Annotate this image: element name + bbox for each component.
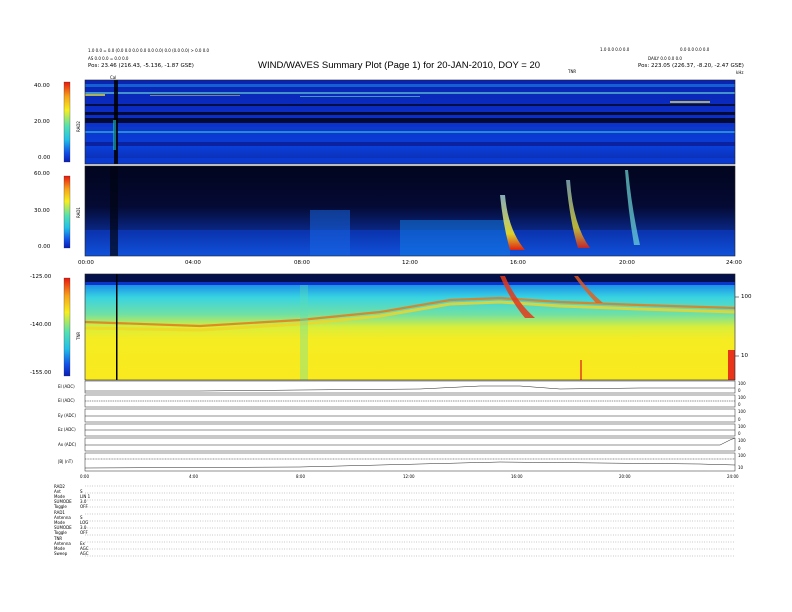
time-tick-4: 16:00	[510, 260, 526, 266]
rad2-ylabel: RAD2	[76, 121, 81, 132]
tnr-ylabel: TNR	[76, 331, 81, 340]
rad2-ytick-1: 20.00	[34, 119, 50, 125]
strip-right-3b: 0	[738, 431, 741, 436]
footer-val-13: AGC	[80, 551, 89, 556]
strip-right-5a: 100	[738, 453, 746, 458]
lower-time-tick-6: 24:00	[727, 474, 739, 479]
rad1-ytick-0: 60.00	[34, 171, 50, 177]
tnr-spectrogram	[85, 274, 735, 380]
lower-time-tick-1: 4:00	[189, 474, 198, 479]
strip-label-5: |B| (nT)	[58, 459, 73, 464]
strip-right-3a: 100	[738, 424, 746, 429]
strip-label-0: EI (ADC)	[58, 384, 75, 389]
strip-right-2b: 0	[738, 417, 741, 422]
rad1-colorbar	[63, 175, 71, 249]
tnr-ytick-1: -140.00	[30, 322, 52, 328]
lower-time-tick-3: 12:00	[403, 474, 415, 479]
lower-time-tick-2: 8:00	[296, 474, 305, 479]
lower-time-tick-4: 16:00	[511, 474, 523, 479]
footer-dotted-lines	[85, 485, 735, 557]
tnr-panel	[84, 273, 736, 381]
rad2-ytick-2: 0.00	[38, 155, 51, 161]
strip-label-2: Ey (ADC)	[58, 413, 76, 418]
strip-right-1a: 100	[738, 395, 746, 400]
strip-label-1: EI (ADC)	[58, 398, 75, 403]
strip-right-0a: 100	[738, 381, 746, 386]
rad2-ytick-0: 40.00	[34, 83, 50, 89]
rad1-ytick-2: 0.00	[38, 244, 51, 250]
strip-right-1b: 0	[738, 402, 741, 407]
tnr-ytick-2: -155.00	[30, 370, 52, 376]
tnr-colorbar	[63, 277, 71, 377]
rad2-colorbar	[63, 81, 71, 163]
strip-right-4a: 100	[738, 438, 746, 443]
footer-key-9: Toggle	[54, 530, 67, 535]
time-tick-0: 00:00	[78, 260, 94, 266]
footer-val-4: OFF	[80, 504, 88, 509]
strip-panels	[84, 380, 736, 472]
lower-time-tick-5: 20:00	[619, 474, 631, 479]
spectrogram-figure	[63, 79, 739, 557]
time-tick-6: 24:00	[726, 260, 742, 266]
rad1-ytick-1: 30.00	[34, 208, 50, 214]
footer-key-4: Toggle	[54, 504, 67, 509]
strip-right-0b: 0	[738, 388, 741, 393]
strip-right-2a: 100	[738, 409, 746, 414]
rad1-ylabel: RAD1	[76, 207, 81, 218]
rad1-panel	[84, 165, 736, 257]
time-tick-1: 04:00	[185, 260, 201, 266]
tnr-ytick-0: -125.00	[30, 274, 52, 280]
strip-right-4b: 0	[738, 446, 741, 451]
rad2-panel	[84, 79, 736, 165]
footer-val-9: OFF	[80, 530, 88, 535]
time-tick-2: 08:00	[294, 260, 310, 266]
lower-time-tick-0: 0:00	[80, 474, 89, 479]
strip-label-4: Ax (ADC)	[58, 442, 77, 447]
strip-right-5b: 10	[738, 465, 744, 470]
footer-key-13: Sweep	[54, 551, 68, 556]
time-tick-5: 20:00	[619, 260, 635, 266]
strip-label-3: Ez (ADC)	[58, 427, 76, 432]
time-tick-3: 12:00	[402, 260, 418, 266]
tnr-right-tick-0: 100	[741, 294, 752, 300]
tnr-right-tick-1: 10	[741, 353, 748, 359]
